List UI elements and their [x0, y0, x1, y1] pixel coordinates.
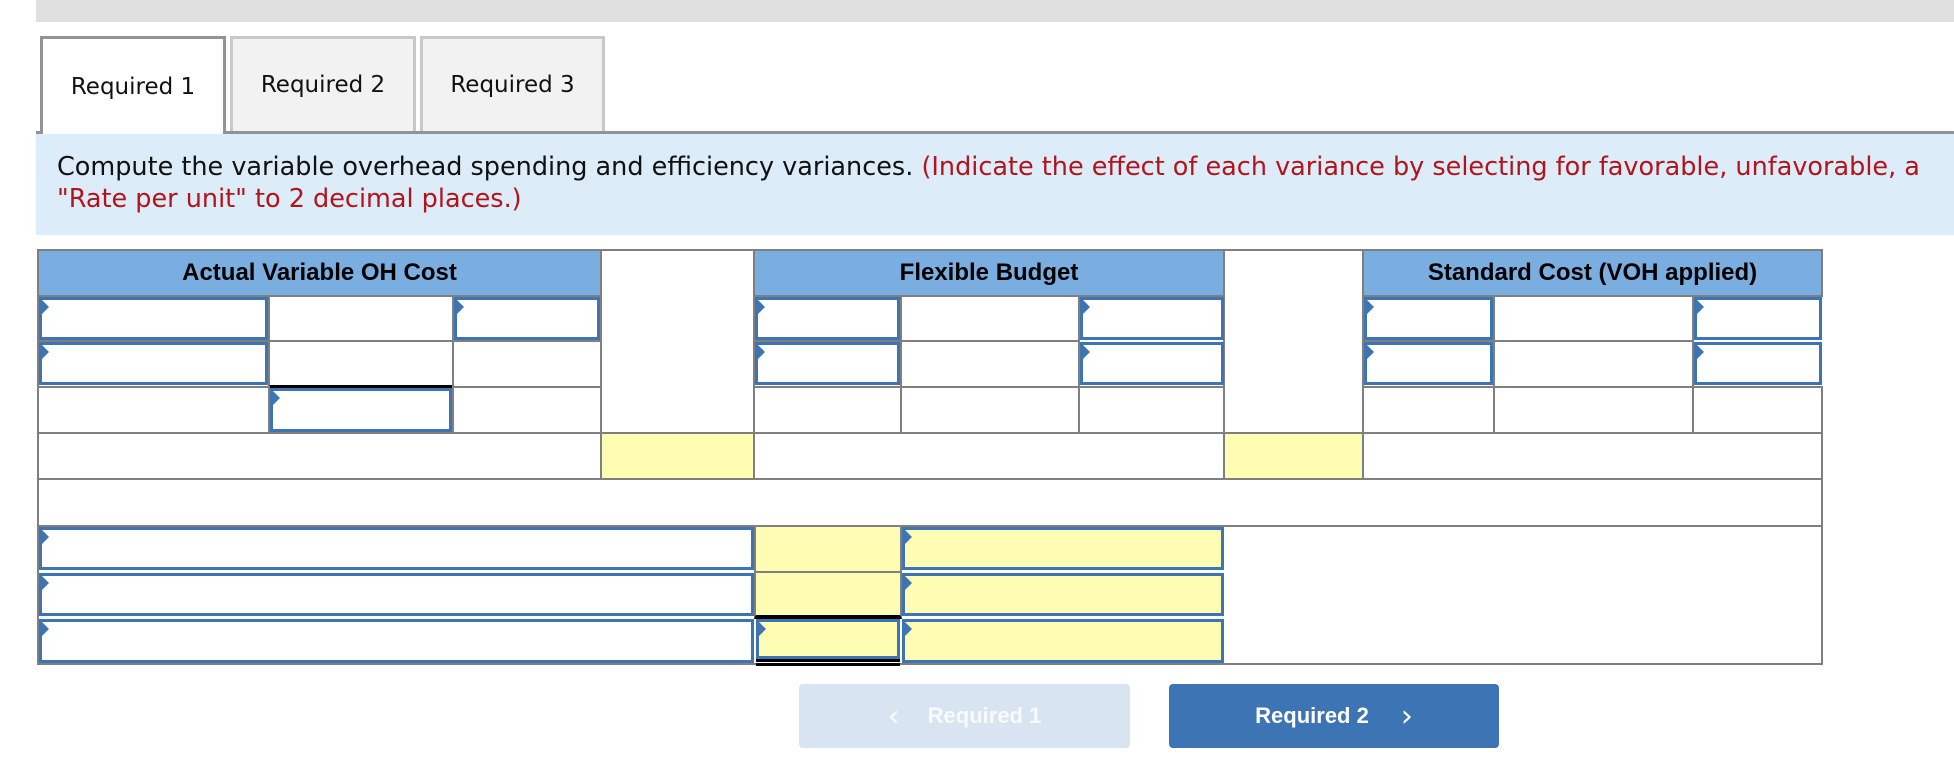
summary-row3-effect-select[interactable] [902, 619, 1224, 663]
instruction-line-1: Compute the variable overhead spending a… [57, 152, 1920, 182]
header-actual-voh-cost: Actual Variable OH Cost [37, 249, 602, 297]
chevron-right-icon: › [1400, 698, 1413, 734]
flex-row1-value[interactable] [900, 295, 1080, 342]
instruction-box: Compute the variable overhead spending a… [36, 134, 1954, 235]
flex-row1-label-select[interactable] [755, 297, 900, 340]
tab-required-1[interactable]: Required 1 [40, 36, 226, 134]
actual-row2-value2[interactable] [452, 340, 602, 388]
top-bar [36, 0, 1954, 22]
flex-row2-label2-select[interactable] [1080, 342, 1224, 385]
actual-row2-label-select[interactable] [39, 342, 268, 385]
std-row1-label-select[interactable] [1364, 297, 1493, 340]
std-row2-label2-select[interactable] [1694, 342, 1822, 385]
flex-row2-label-select[interactable] [755, 342, 900, 385]
variance-spacer-1 [600, 249, 755, 434]
summary-row2-label-select[interactable] [39, 573, 754, 616]
instruction-note: (Indicate the effect of each variance by… [921, 152, 1920, 182]
summary-row3-total-input[interactable] [756, 619, 900, 659]
tab-required-3[interactable]: Required 3 [420, 36, 605, 131]
actual-row1-label-select[interactable] [39, 297, 268, 340]
std-row2-value[interactable] [1493, 340, 1694, 388]
std-total-cell[interactable] [1362, 432, 1823, 480]
spending-variance-input[interactable] [600, 432, 755, 480]
header-flexible-budget: Flexible Budget [753, 249, 1225, 297]
instruction-text: Compute the variable overhead spending a… [57, 152, 914, 182]
actual-row1-label2-select[interactable] [454, 297, 600, 340]
next-required-button[interactable]: Required 2 › [1169, 684, 1499, 748]
summary-row1-amount-input[interactable] [754, 525, 902, 573]
std-row3-cell [1362, 386, 1495, 434]
std-row1-label2-select[interactable] [1694, 297, 1822, 340]
summary-row3-label-select[interactable] [39, 619, 754, 663]
summary-row1-label-select[interactable] [39, 527, 754, 570]
prev-required-button[interactable]: ‹ Required 1 [799, 684, 1130, 748]
actual-row2-value[interactable] [268, 340, 454, 388]
flex-row3-cell3 [1078, 386, 1225, 434]
std-row1-value[interactable] [1493, 295, 1694, 342]
actual-total-cell[interactable] [37, 432, 602, 480]
tab-label: Required 1 [70, 73, 196, 100]
blank-row [37, 478, 1823, 527]
tab-label: Required 3 [450, 72, 575, 98]
flex-row2-value[interactable] [900, 340, 1080, 388]
tab-required-2[interactable]: Required 2 [230, 36, 416, 131]
std-row2-label-select[interactable] [1364, 342, 1493, 385]
prev-button-label: Required 1 [927, 703, 1042, 728]
efficiency-variance-input[interactable] [1223, 432, 1364, 480]
flex-row1-label2-select[interactable] [1080, 297, 1224, 340]
actual-row3-total-select[interactable] [270, 388, 452, 432]
actual-row3-cell2 [452, 386, 602, 434]
next-button-label: Required 2 [1255, 703, 1369, 728]
std-row3-cell2 [1493, 386, 1694, 434]
actual-row1-operator-cell [268, 295, 454, 342]
summary-row2-effect-select[interactable] [902, 573, 1224, 616]
tab-label: Required 2 [260, 72, 386, 98]
chevron-left-icon: ‹ [887, 698, 900, 734]
flex-row3-cell [753, 386, 902, 434]
actual-row3-cell [37, 386, 270, 434]
header-standard-cost: Standard Cost (VOH applied) [1362, 249, 1823, 297]
instruction-note-line-2: "Rate per unit" to 2 decimal places.) [57, 184, 522, 214]
double-underline [756, 659, 900, 666]
variance-spacer-2 [1223, 249, 1364, 434]
flex-total-cell[interactable] [753, 432, 1225, 480]
std-row3-cell3 [1692, 386, 1823, 434]
flex-row3-cell2 [900, 386, 1080, 434]
summary-row2-amount-input[interactable] [754, 571, 902, 619]
summary-row1-effect-select[interactable] [902, 527, 1224, 570]
